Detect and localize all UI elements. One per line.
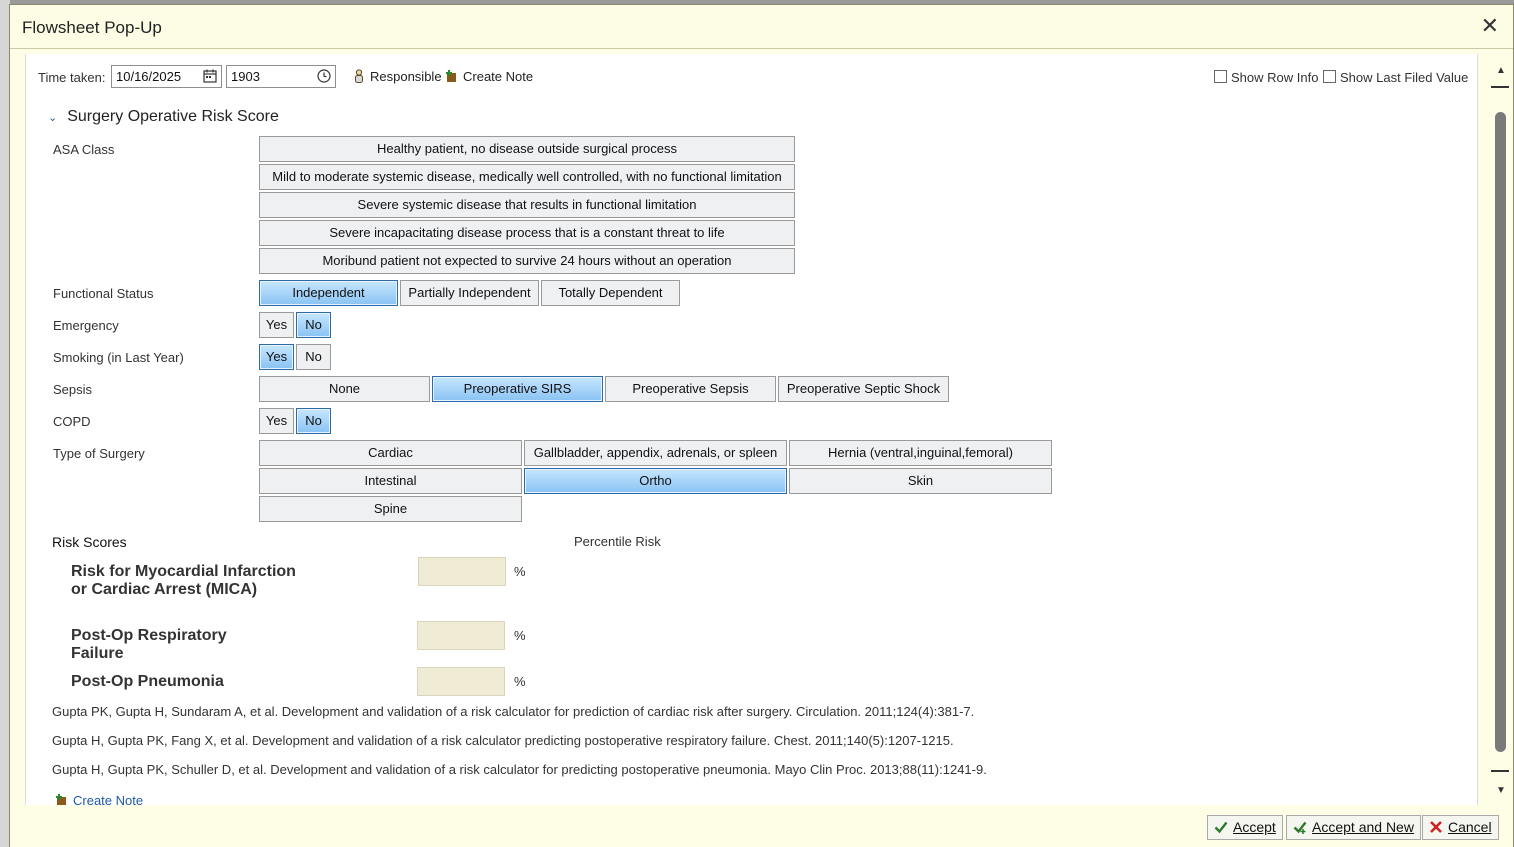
copd-label: COPD [53,414,91,429]
cancel-label: Cancel [1448,819,1492,835]
note-icon [446,70,456,82]
asa-option-5[interactable]: Moribund patient not expected to survive… [259,248,795,274]
cancel-button[interactable]: Cancel [1422,815,1499,840]
surgery-intestinal-option[interactable]: Intestinal [259,468,522,494]
functional-independent-option[interactable]: Independent [259,280,398,306]
risk-mica-unit: % [514,564,526,579]
sepsis-sepsis-option[interactable]: Preoperative Sepsis [605,376,776,402]
clock-icon[interactable] [317,69,331,83]
risk-mica-label: Risk for Myocardial Infarction or Cardia… [71,563,296,598]
create-note-button[interactable]: Create Note [446,69,533,84]
sepsis-label: Sepsis [53,382,93,397]
functional-totally-option[interactable]: Totally Dependent [541,280,680,306]
time-toolbar: Time taken: 10/16/2025 1903 Responsible … [26,54,1477,100]
show-last-filed-label: Show Last Filed Value [1340,70,1469,85]
date-field[interactable]: 10/16/2025 [111,65,222,88]
emergency-label: Emergency [53,318,119,333]
surgery-gallbladder-option[interactable]: Gallbladder, appendix, adrenals, or sple… [524,440,787,466]
surgery-spine-option[interactable]: Spine [259,496,522,522]
emergency-no-option[interactable]: No [296,312,331,338]
date-value: 10/16/2025 [116,69,182,84]
scroll-thumb[interactable] [1495,112,1506,752]
calendar-icon[interactable] [203,69,217,83]
checkmark-icon [1214,821,1228,834]
accept-label: Accept [1233,819,1276,835]
asa-option-4[interactable]: Severe incapacitating disease process th… [259,220,795,246]
person-icon [355,69,363,83]
risk-scores-heading: Risk Scores [52,534,127,550]
show-last-filed-checkbox[interactable] [1323,70,1336,83]
create-note-label: Create Note [463,69,534,84]
asa-option-3[interactable]: Severe systemic disease that results in … [259,192,795,218]
surgery-ortho-option[interactable]: Ortho [524,468,787,494]
smoking-no-option[interactable]: No [296,344,331,370]
reference-2: Gupta H, Gupta PK, Fang X, et al. Develo… [52,733,954,748]
smoking-label: Smoking (in Last Year) [53,350,184,365]
risk-respiratory-unit: % [514,628,526,643]
asa-class-label: ASA Class [53,142,115,157]
copd-yes-option[interactable]: Yes [259,408,294,434]
scroll-bottom-line [1491,770,1509,772]
copd-no-option[interactable]: No [296,408,331,434]
vertical-scrollbar[interactable]: ▲ ▼ [1488,62,1514,802]
sepsis-none-option[interactable]: None [259,376,430,402]
dialog-titlebar: Flowsheet Pop-Up ✕ [10,5,1513,49]
close-icon[interactable]: ✕ [1481,15,1499,37]
percentile-risk-heading: Percentile Risk [574,534,661,549]
reference-1: Gupta PK, Gupta H, Sundaram A, et al. De… [52,704,975,719]
responsible-label: Responsible [370,69,442,84]
asa-option-2[interactable]: Mild to moderate systemic disease, medic… [259,164,795,190]
accept-and-new-label: Accept and New [1312,819,1414,835]
cancel-x-icon [1430,821,1442,833]
reference-3: Gupta H, Gupta PK, Schuller D, et al. De… [52,762,987,777]
flowsheet-dialog: Flowsheet Pop-Up ✕ Time taken: 10/16/202… [9,4,1514,847]
surgery-type-label: Type of Surgery [53,446,145,461]
smoking-yes-option[interactable]: Yes [259,344,294,370]
section-header[interactable]: ⌄ Surgery Operative Risk Score [48,108,279,126]
functional-partially-option[interactable]: Partially Independent [400,280,539,306]
form-content: Time taken: 10/16/2025 1903 Responsible … [25,54,1478,806]
chevron-down-icon[interactable]: ⌄ [48,111,57,124]
time-taken-label: Time taken: [38,70,106,85]
risk-pneumonia-unit: % [514,674,526,689]
functional-status-label: Functional Status [53,286,154,301]
emergency-yes-option[interactable]: Yes [259,312,294,338]
section-title: Surgery Operative Risk Score [67,108,279,125]
asa-option-1[interactable]: Healthy patient, no disease outside surg… [259,136,795,162]
accept-button[interactable]: Accept [1207,815,1283,840]
dialog-title: Flowsheet Pop-Up [22,18,162,37]
time-value: 1903 [231,69,260,84]
scroll-top-line [1491,86,1509,88]
sepsis-septic-shock-option[interactable]: Preoperative Septic Shock [778,376,949,402]
responsible-button[interactable]: Responsible [353,69,442,84]
dialog-footer: Accept Accept and New Cancel [10,805,1513,847]
surgery-cardiac-option[interactable]: Cardiac [259,440,522,466]
risk-pneumonia-value [417,667,505,696]
sepsis-sirs-option[interactable]: Preoperative SIRS [432,376,603,402]
scroll-down-icon[interactable]: ▼ [1496,786,1506,796]
surgery-skin-option[interactable]: Skin [789,468,1052,494]
risk-pneumonia-label: Post-Op Pneumonia [71,673,224,690]
show-row-info-checkbox[interactable] [1214,70,1227,83]
accept-and-new-button[interactable]: Accept and New [1286,815,1421,840]
risk-mica-value [418,557,506,586]
checkmark-plus-icon [1293,821,1307,834]
scroll-up-icon[interactable]: ▲ [1496,66,1506,76]
time-field[interactable]: 1903 [226,65,336,88]
surgery-hernia-option[interactable]: Hernia (ventral,inguinal,femoral) [789,440,1052,466]
risk-respiratory-label: Post-Op Respiratory Failure [71,627,227,662]
risk-respiratory-value [417,621,505,650]
show-row-info-label: Show Row Info [1231,70,1319,85]
